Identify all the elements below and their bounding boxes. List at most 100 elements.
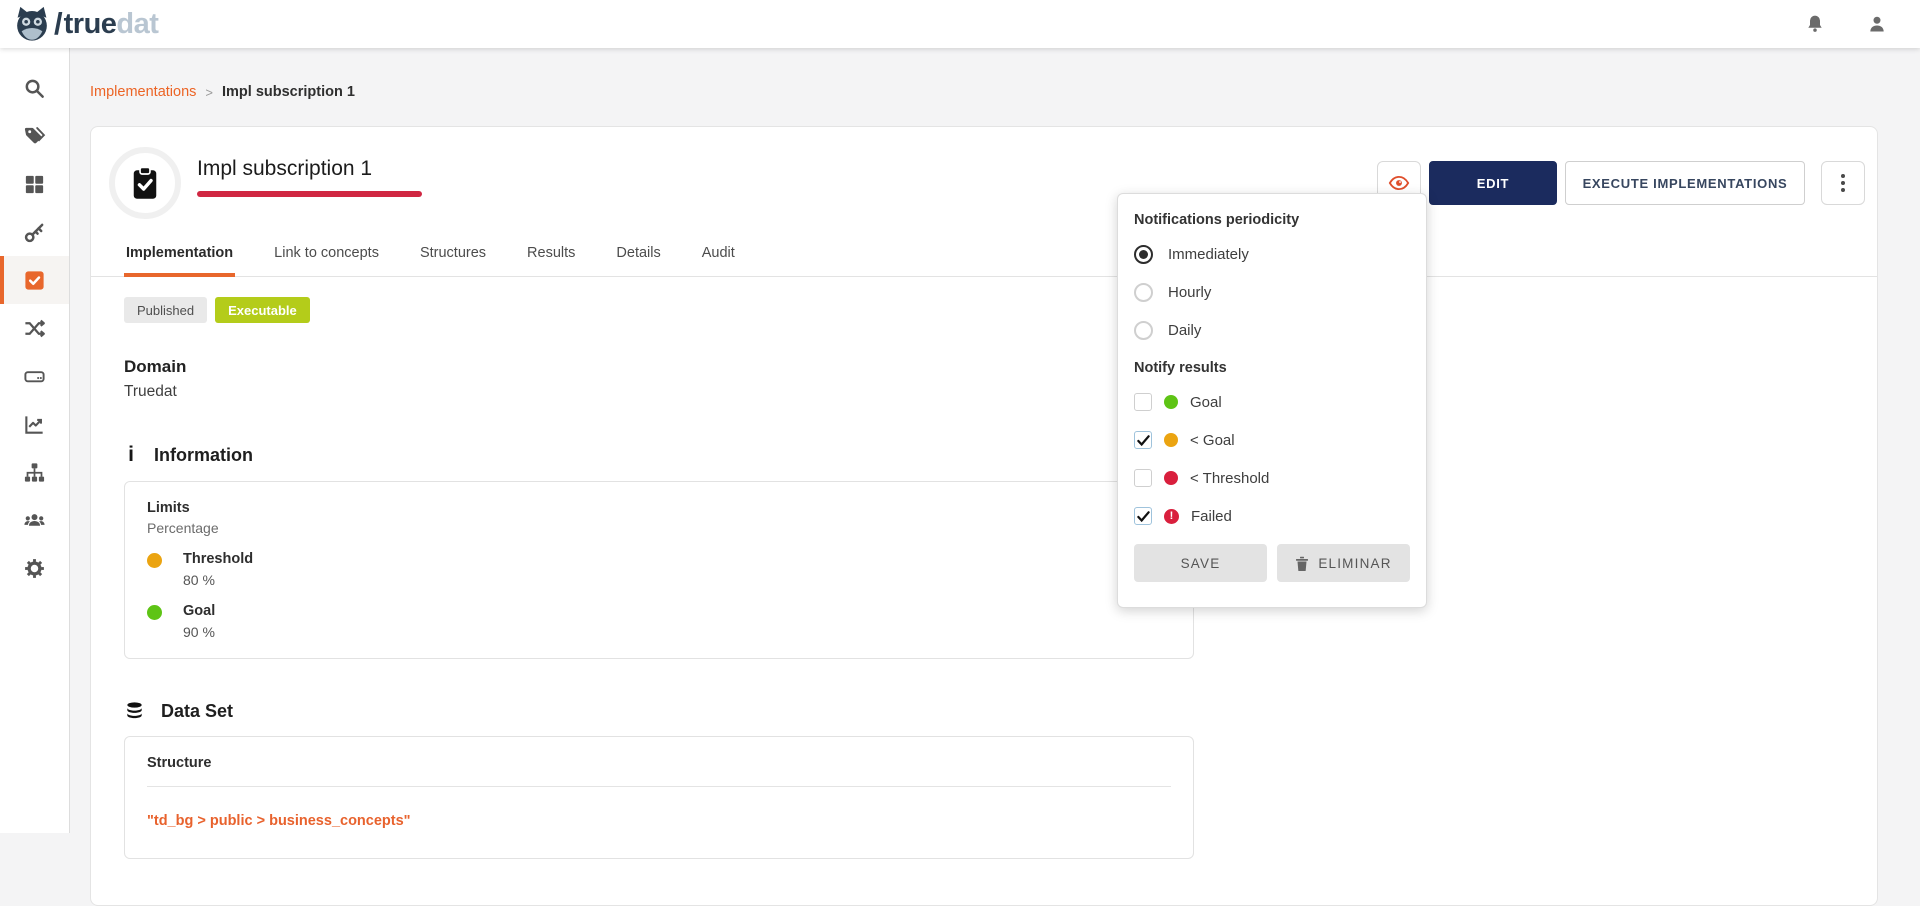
implementation-avatar: [109, 147, 181, 219]
save-button[interactable]: SAVE: [1134, 544, 1267, 582]
sidebar-nav: [0, 48, 70, 833]
main-content: Implementations > Impl subscription 1 Im…: [70, 48, 1920, 833]
below-threshold-status-dot: [1164, 471, 1178, 485]
radio-label: Hourly: [1168, 284, 1211, 301]
goal-dot: [147, 605, 162, 620]
checkbox-option-goal[interactable]: Goal: [1134, 390, 1410, 414]
checkbox-option-below-goal[interactable]: < Goal: [1134, 428, 1410, 452]
status-badge-executable: Executable: [215, 297, 310, 323]
search-icon: [23, 77, 46, 100]
tab-link-to-concepts[interactable]: Link to concepts: [272, 235, 381, 277]
radio-icon: [1134, 321, 1153, 340]
tab-results[interactable]: Results: [525, 235, 577, 277]
goal-value: 90 %: [183, 624, 1171, 640]
sidebar-item-settings[interactable]: [0, 544, 69, 592]
periodicity-title: Notifications periodicity: [1134, 212, 1410, 228]
sidebar-item-lineage[interactable]: [0, 304, 69, 352]
notifications-bell-button[interactable]: [1798, 7, 1832, 41]
limits-title: Limits: [147, 500, 1171, 516]
tab-details[interactable]: Details: [614, 235, 662, 277]
more-options-button[interactable]: [1821, 161, 1865, 205]
database-icon: [124, 701, 145, 722]
eye-icon: [1388, 175, 1410, 191]
radio-label: Daily: [1168, 322, 1201, 339]
logo-text-secondary: dat: [116, 8, 158, 40]
limits-subtitle: Percentage: [147, 520, 1171, 536]
popup-actions: SAVE ELIMINAR: [1134, 544, 1410, 582]
sidebar-item-modules[interactable]: [0, 160, 69, 208]
goal-status-dot: [1164, 395, 1178, 409]
limit-entry-goal: Goal 90 %: [147, 603, 1171, 640]
radio-option-daily[interactable]: Daily: [1134, 318, 1410, 342]
sidebar-item-dashboards[interactable]: [0, 400, 69, 448]
sidebar-item-sources[interactable]: [0, 352, 69, 400]
edit-button[interactable]: EDIT: [1429, 161, 1557, 205]
domain-label: Domain: [124, 357, 1844, 377]
clipboard-check-icon: [127, 165, 163, 201]
threshold-name: Threshold: [183, 551, 1171, 568]
sidebar-item-taxonomy[interactable]: [0, 448, 69, 496]
radio-icon: [1134, 245, 1153, 264]
breadcrumb-separator: >: [205, 85, 213, 100]
info-icon: i: [124, 443, 138, 467]
sidebar-item-tags[interactable]: [0, 112, 69, 160]
sidebar-item-search[interactable]: [0, 64, 69, 112]
radio-label: Immediately: [1168, 246, 1249, 263]
checkbox-icon: [1134, 431, 1152, 449]
dataset-title: Data Set: [161, 701, 233, 722]
information-section-header: i Information: [124, 443, 1844, 467]
structure-title: Structure: [147, 755, 1171, 771]
sitemap-icon: [23, 461, 46, 484]
drive-icon: [23, 365, 46, 388]
gear-icon: [23, 557, 46, 580]
threshold-value: 80 %: [183, 572, 1171, 588]
goal-name: Goal: [183, 603, 1171, 620]
breadcrumb: Implementations > Impl subscription 1: [90, 84, 1920, 100]
shuffle-icon: [23, 317, 46, 340]
delete-label: ELIMINAR: [1318, 556, 1391, 571]
logo-text-primary: true: [64, 8, 117, 40]
tab-audit[interactable]: Audit: [700, 235, 737, 277]
sidebar-item-permissions[interactable]: [0, 208, 69, 256]
domain-value: Truedat: [124, 383, 1844, 401]
users-icon: [23, 509, 46, 532]
checkbox-label: < Threshold: [1190, 470, 1269, 487]
tab-bar: Implementation Link to concepts Structur…: [91, 235, 1877, 277]
truedat-logo[interactable]: / truedat: [14, 6, 158, 42]
status-badge-published: Published: [124, 297, 207, 323]
checkbox-label: < Goal: [1190, 432, 1235, 449]
information-title: Information: [154, 445, 253, 466]
failed-exclamation-icon: [1164, 509, 1179, 524]
logo-slash: /: [54, 6, 63, 42]
radio-option-immediately[interactable]: Immediately: [1134, 242, 1410, 266]
structure-panel: Structure "td_bg > public > business_con…: [124, 736, 1194, 859]
structure-path-link[interactable]: "td_bg > public > business_concepts": [147, 813, 411, 829]
implementation-card: Impl subscription 1 EDIT EXECUTE IMPLEME…: [90, 126, 1878, 906]
bell-icon: [1805, 14, 1825, 34]
tags-icon: [23, 125, 46, 148]
sidebar-item-users[interactable]: [0, 496, 69, 544]
notify-results-title: Notify results: [1134, 360, 1410, 376]
dataset-section-header: Data Set: [124, 701, 1844, 722]
save-label: SAVE: [1181, 556, 1221, 571]
radio-icon: [1134, 283, 1153, 302]
page-title: Impl subscription 1: [197, 157, 422, 181]
title-underline-bar: [197, 191, 422, 197]
key-icon: [23, 221, 46, 244]
execute-implementations-button[interactable]: EXECUTE IMPLEMENTATIONS: [1565, 161, 1805, 205]
breadcrumb-implementations-link[interactable]: Implementations: [90, 84, 196, 100]
tab-structures[interactable]: Structures: [418, 235, 488, 277]
limits-panel: Limits Percentage Threshold 80 % Goal 90…: [124, 481, 1194, 659]
tab-implementation[interactable]: Implementation: [124, 235, 235, 277]
radio-option-hourly[interactable]: Hourly: [1134, 280, 1410, 304]
grid-icon: [23, 173, 46, 196]
chart-line-icon: [23, 413, 46, 436]
delete-button[interactable]: ELIMINAR: [1277, 544, 1410, 582]
toolbar-actions: EDIT EXECUTE IMPLEMENTATIONS: [1377, 147, 1865, 219]
checkbox-option-failed[interactable]: Failed: [1134, 504, 1410, 528]
checkbox-label: Failed: [1191, 508, 1232, 525]
sidebar-item-quality[interactable]: [0, 256, 69, 304]
checkbox-icon: [1134, 507, 1152, 525]
checkbox-option-below-threshold[interactable]: < Threshold: [1134, 466, 1410, 490]
user-account-button[interactable]: [1860, 7, 1894, 41]
